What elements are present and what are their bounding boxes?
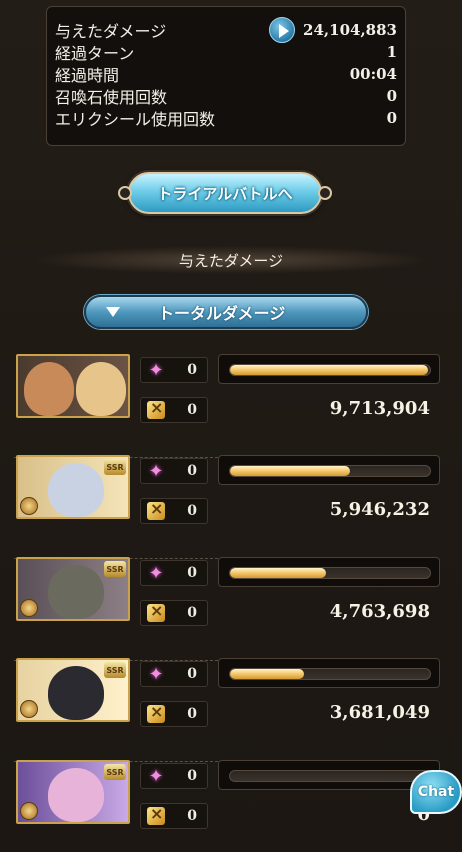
character-portrait[interactable]: SSR	[16, 658, 130, 722]
battle-summary-panel: 与えたダメージ 24,104,883 経過ターン 1 経過時間 00:04 召喚…	[46, 6, 406, 146]
sparkle-icon: ✦	[148, 663, 164, 685]
sparkle-icon: ✦	[148, 562, 164, 584]
damage-value: 3,681,049	[329, 702, 430, 723]
section-title: 与えたダメージ	[178, 251, 284, 270]
damage-type-dropdown[interactable]: トータルダメージ	[84, 295, 368, 329]
face	[48, 463, 104, 517]
damage-bar	[218, 455, 440, 485]
trial-battle-button[interactable]: トライアルバトルへ	[118, 172, 332, 214]
chain-burst-icon	[146, 398, 166, 420]
triangle-down-icon	[106, 307, 120, 317]
summary-value: 00:04	[349, 65, 397, 83]
damage-value: 9,713,904	[329, 398, 430, 419]
element-icon	[20, 700, 38, 718]
chat-label: Chat	[417, 784, 455, 800]
character-portrait[interactable]: SSR	[16, 455, 130, 519]
ssr-badge: SSR	[104, 662, 126, 678]
damage-bar	[218, 760, 440, 790]
sparkle-icon: ✦	[148, 359, 164, 381]
summary-row-damage: 与えたダメージ 24,104,883	[55, 17, 397, 43]
damage-bar-fill	[230, 568, 326, 578]
special-count: 0	[187, 768, 197, 784]
ornament-icon	[118, 186, 132, 200]
face-left	[24, 362, 74, 416]
battle-result-page: 与えたダメージ 24,104,883 経過ターン 1 経過時間 00:04 召喚…	[0, 0, 462, 852]
ornament-icon	[318, 186, 332, 200]
special-count-box: ✦ 0	[140, 357, 208, 383]
damage-bar-fill	[230, 466, 350, 476]
chat-button[interactable]: Chat	[410, 770, 462, 814]
damage-bar	[218, 557, 440, 587]
summary-row-turns: 経過ターン 1	[55, 41, 397, 63]
chain-count-box: 0	[140, 498, 208, 524]
special-count-box: ✦ 0	[140, 661, 208, 687]
chain-count: 0	[187, 605, 197, 621]
element-icon	[20, 802, 38, 820]
damage-bar	[218, 658, 440, 688]
character-row: ✦ 0 0 9,713,904	[14, 354, 440, 458]
summary-value: 0	[386, 109, 397, 127]
summary-value: 0	[386, 87, 397, 105]
ssr-badge: SSR	[104, 764, 126, 780]
damage-value: 4,763,698	[329, 601, 430, 622]
special-count: 0	[187, 666, 197, 682]
sparkle-icon: ✦	[148, 460, 164, 482]
character-portrait[interactable]: SSR	[16, 557, 130, 621]
ssr-badge: SSR	[104, 561, 126, 577]
chain-count-box: 0	[140, 397, 208, 423]
face	[48, 768, 104, 822]
summary-label: 与えたダメージ	[55, 22, 167, 41]
chain-burst-icon	[146, 499, 166, 521]
chain-count: 0	[187, 808, 197, 824]
ssr-badge: SSR	[104, 459, 126, 475]
character-portrait[interactable]	[16, 354, 130, 418]
special-count-box: ✦ 0	[140, 763, 208, 789]
damage-value: 5,946,232	[329, 499, 430, 520]
special-count: 0	[187, 362, 197, 378]
chain-count: 0	[187, 503, 197, 519]
character-row: SSR ✦ 0 0 4,763,698	[14, 557, 440, 661]
character-row: SSR ✦ 0 0 5,946,232	[14, 455, 440, 559]
face	[48, 666, 104, 720]
chain-burst-icon	[146, 804, 166, 826]
section-header: 与えたダメージ	[30, 246, 432, 274]
summary-label: エリクシール使用回数	[55, 110, 216, 129]
summary-label: 経過ターン	[55, 44, 135, 63]
chain-count-box: 0	[140, 600, 208, 626]
summary-row-elixir: エリクシール使用回数 0	[55, 107, 397, 129]
chain-burst-icon	[146, 601, 166, 623]
chain-burst-icon	[146, 702, 166, 724]
summary-row-time: 経過時間 00:04	[55, 63, 397, 85]
chain-count: 0	[187, 402, 197, 418]
character-row: SSR ✦ 0 0 3,681,049	[14, 658, 440, 762]
summary-value: 24,104,883	[303, 21, 397, 39]
element-icon	[20, 497, 38, 515]
summary-label: 経過時間	[55, 66, 120, 85]
dropdown-label: トータルダメージ	[158, 304, 286, 323]
special-count-box: ✦ 0	[140, 560, 208, 586]
damage-bar	[218, 354, 440, 384]
face-right	[76, 362, 126, 416]
summary-value: 1	[386, 43, 397, 61]
summary-label: 召喚石使用回数	[55, 88, 168, 107]
special-count: 0	[187, 463, 197, 479]
chain-count-box: 0	[140, 803, 208, 829]
character-portrait[interactable]: SSR	[16, 760, 130, 824]
damage-bar-fill	[230, 669, 304, 679]
summary-row-summons: 召喚石使用回数 0	[55, 85, 397, 107]
play-icon[interactable]	[269, 17, 296, 43]
damage-bar-fill	[230, 365, 428, 375]
chain-count: 0	[187, 706, 197, 722]
trial-battle-label: トライアルバトルへ	[157, 184, 293, 203]
sparkle-icon: ✦	[148, 765, 164, 787]
special-count-box: ✦ 0	[140, 458, 208, 484]
face	[48, 565, 104, 619]
chain-count-box: 0	[140, 701, 208, 727]
character-row: SSR ✦ 0 0 0	[14, 760, 440, 852]
element-icon	[20, 599, 38, 617]
special-count: 0	[187, 565, 197, 581]
